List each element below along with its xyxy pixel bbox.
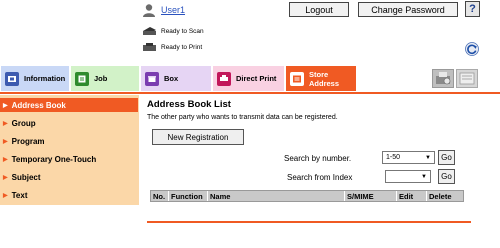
tab-store-address-label: Store Address	[309, 70, 339, 88]
search-index-label: Search from Index	[287, 173, 353, 182]
information-icon	[5, 71, 19, 86]
column-header-delete: Delete	[429, 191, 452, 201]
direct-print-icon	[217, 71, 231, 86]
sidebar-item-label: Text	[11, 190, 28, 200]
help-button[interactable]: ?	[465, 1, 480, 17]
search-number-value: 1-50	[386, 154, 401, 161]
scanner-icon	[143, 27, 156, 35]
column-header-smime: S/MIME	[345, 191, 397, 201]
tab-information[interactable]: Information	[1, 66, 69, 91]
tab-underline	[0, 92, 500, 94]
logout-button[interactable]: Logout	[289, 2, 349, 17]
column-header-edit: Edit	[397, 191, 427, 201]
sidebar-item-program[interactable]: ▶ Program	[0, 134, 138, 148]
sidebar-item-subject[interactable]: ▶ Subject	[0, 170, 138, 184]
tab-job-label: Job	[94, 74, 108, 83]
search-number-label: Search by number.	[284, 154, 352, 163]
caret-right-icon: ▶	[3, 120, 8, 127]
store-address-icon	[290, 71, 304, 86]
search-number-select[interactable]: 1-50 ▼	[382, 151, 435, 164]
caret-right-icon: ▶	[3, 174, 8, 181]
sidebar-item-group[interactable]: ▶ Group	[0, 116, 138, 130]
tab-box[interactable]: Box	[141, 66, 211, 91]
caret-right-icon: ▶	[3, 156, 8, 163]
caret-right-icon: ▶	[3, 192, 8, 199]
sidebar-item-label: Program	[11, 136, 45, 146]
column-header-function: Function	[169, 191, 208, 201]
sidebar-item-text[interactable]: ▶ Text	[0, 188, 138, 202]
refresh-icon[interactable]	[465, 42, 479, 56]
sidebar-item-label: Group	[11, 118, 36, 128]
fax-settings-button[interactable]	[432, 69, 454, 88]
main-tab-bar: Information Job Box Direct Print Store A…	[0, 66, 500, 91]
caret-right-icon: ▶	[3, 102, 8, 109]
caret-right-icon: ▶	[3, 138, 8, 145]
print-status-text: Ready to Print	[161, 44, 203, 51]
address-table-header: No. Function Name S/MIME Edit Delete	[150, 190, 464, 202]
sidebar-item-label: Address Book	[11, 100, 66, 110]
print-status: Ready to Print	[142, 42, 202, 53]
fax-icon	[436, 72, 451, 85]
tab-direct-print-label: Direct Print	[236, 74, 277, 83]
search-index-go-button[interactable]: Go	[438, 169, 455, 184]
new-registration-button[interactable]: New Registration	[152, 129, 244, 145]
view-toggle-button[interactable]	[456, 69, 478, 88]
column-header-name: Name	[208, 191, 345, 201]
page-description: The other party who wants to transmit da…	[147, 114, 338, 121]
scan-status: Ready to Scan	[142, 26, 204, 37]
tab-job[interactable]: Job	[71, 66, 139, 91]
chevron-down-icon: ▼	[425, 155, 431, 161]
column-header-no: No.	[151, 191, 169, 201]
search-number-go-button[interactable]: Go	[438, 150, 455, 165]
user-icon	[143, 4, 155, 17]
page-title: Address Book List	[147, 99, 231, 110]
sidebar-item-label: Temporary One-Touch	[11, 154, 97, 164]
tab-box-label: Box	[164, 74, 179, 83]
tab-information-label: Information	[24, 74, 66, 83]
content-divider	[147, 221, 471, 223]
sidebar-item-address-book[interactable]: ▶ Address Book	[0, 98, 138, 112]
sidebar-item-label: Subject	[11, 172, 41, 182]
change-password-button[interactable]: Change Password	[358, 2, 458, 17]
search-index-select[interactable]: ▼	[385, 170, 431, 183]
tab-store-address[interactable]: Store Address	[286, 66, 356, 91]
panel-icon	[459, 72, 475, 85]
tab-store-address-line2: Address	[309, 78, 340, 88]
tab-store-address-line1: Store	[309, 69, 329, 79]
user-name-link[interactable]: User1	[161, 5, 185, 15]
job-icon	[75, 71, 89, 86]
scan-status-text: Ready to Scan	[161, 28, 204, 35]
sidebar: ▶ Address Book ▶ Group ▶ Program ▶ Tempo…	[0, 95, 139, 205]
tab-direct-print[interactable]: Direct Print	[213, 66, 284, 91]
box-icon	[145, 71, 159, 86]
chevron-down-icon: ▼	[421, 174, 427, 180]
printer-icon	[143, 43, 156, 51]
sidebar-item-temporary-one-touch[interactable]: ▶ Temporary One-Touch	[0, 152, 138, 166]
